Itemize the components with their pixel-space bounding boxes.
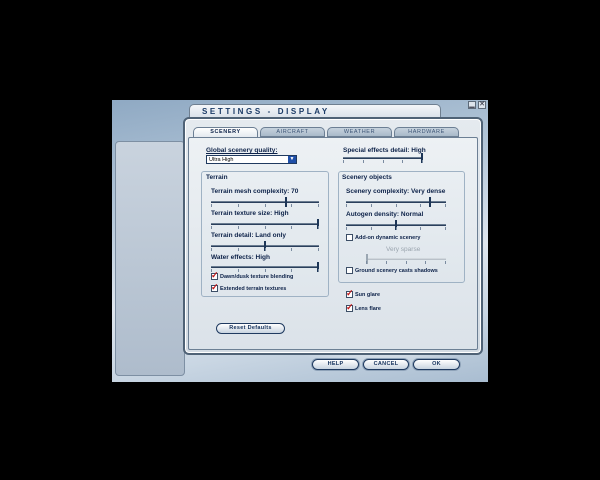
- terrain-mesh-label: Terrain mesh complexity: 70: [211, 188, 299, 195]
- sun-glare-label: Sun glare: [355, 292, 381, 298]
- slider-tick: [445, 204, 446, 207]
- slider-thumb[interactable]: [285, 197, 287, 207]
- tab-hardware[interactable]: HARDWARE: [394, 127, 459, 137]
- slider-track: [211, 201, 319, 203]
- global-quality-value: Ultra High: [209, 157, 234, 163]
- addon-dynamic-slider: [366, 254, 446, 264]
- slider-tick: [346, 204, 347, 207]
- autogen-density-slider[interactable]: [346, 220, 446, 230]
- tab-weather[interactable]: WEATHER: [327, 127, 392, 137]
- slider-tick: [318, 269, 319, 272]
- slider-tick: [265, 269, 266, 272]
- scenery-complexity-slider[interactable]: [346, 197, 446, 207]
- global-quality-label: Global scenery quality:: [206, 147, 278, 154]
- slider-tick: [386, 261, 387, 264]
- terrain-texture-label: Terrain texture size: High: [211, 210, 289, 217]
- dawn-dusk-checkbox[interactable]: [211, 270, 219, 281]
- slider-tick: [396, 204, 397, 207]
- slider-tick: [238, 226, 239, 229]
- reset-defaults-button[interactable]: Reset Defaults: [216, 323, 285, 334]
- ground-shadows-label: Ground scenery casts shadows: [355, 268, 438, 274]
- water-effects-label: Water effects: High: [211, 254, 270, 261]
- tab-aircraft[interactable]: AIRCRAFT: [260, 127, 325, 137]
- slider-tick: [445, 227, 446, 230]
- slider-tick: [291, 204, 292, 207]
- slider-track: [343, 157, 423, 159]
- slider-tick: [363, 160, 364, 163]
- side-panel: [115, 141, 185, 376]
- slider-tick: [211, 248, 212, 251]
- slider-tick: [291, 269, 292, 272]
- slider-tick: [318, 204, 319, 207]
- slider-tick: [291, 248, 292, 251]
- slider-track: [211, 223, 319, 225]
- slider-tick: [265, 248, 266, 251]
- slider-tick: [406, 261, 407, 264]
- slider-tick: [425, 261, 426, 264]
- screen: ▁ ✕ SETTINGS - DISPLAY SCENERY AIRCRAFT …: [0, 0, 600, 480]
- global-quality-select[interactable]: Ultra High ▼: [206, 155, 297, 164]
- terrain-detail-label: Terrain detail: Land only: [211, 232, 287, 239]
- slider-tick: [346, 227, 347, 230]
- slider-track: [366, 258, 446, 260]
- slider-tick: [211, 204, 212, 207]
- slider-tick: [422, 160, 423, 163]
- slider-tick: [291, 226, 292, 229]
- terrain-texture-slider[interactable]: [211, 219, 319, 229]
- slider-tick: [238, 269, 239, 272]
- special-effects-slider[interactable]: [343, 153, 423, 163]
- slider-tick: [211, 226, 212, 229]
- slider-tick: [265, 226, 266, 229]
- scenery-objects-heading: Scenery objects: [342, 174, 392, 181]
- minimize-icon[interactable]: ▁: [468, 101, 476, 109]
- dawn-dusk-label: Dawn/dusk texture blending: [220, 274, 294, 280]
- slider-tick: [402, 160, 403, 163]
- cancel-button[interactable]: CANCEL: [363, 359, 409, 370]
- slider-track: [211, 266, 319, 268]
- chevron-down-icon[interactable]: ▼: [288, 156, 296, 163]
- slider-tick: [238, 248, 239, 251]
- slider-tick: [420, 227, 421, 230]
- addon-dynamic-label: Add-on dynamic scenery: [355, 235, 421, 241]
- slider-track: [346, 201, 446, 203]
- slider-tick: [318, 248, 319, 251]
- slider-tick: [366, 261, 367, 264]
- slider-tick: [420, 204, 421, 207]
- slider-tick: [371, 227, 372, 230]
- lens-flare-checkbox[interactable]: [346, 302, 354, 313]
- close-icon[interactable]: ✕: [478, 101, 486, 109]
- slider-tick: [396, 227, 397, 230]
- extended-terrain-label: Extended terrain textures: [220, 286, 287, 292]
- scenery-complexity-label: Scenery complexity: Very dense: [346, 188, 446, 195]
- terrain-heading: Terrain: [206, 174, 228, 181]
- lens-flare-label: Lens flare: [355, 306, 381, 312]
- slider-tick: [265, 204, 266, 207]
- autogen-density-label: Autogen density: Normal: [346, 211, 424, 218]
- slider-thumb[interactable]: [429, 197, 431, 207]
- addon-dynamic-value: Very sparse: [386, 246, 421, 253]
- help-button[interactable]: HELP: [312, 359, 359, 370]
- ground-shadows-checkbox[interactable]: [346, 267, 353, 274]
- terrain-detail-slider[interactable]: [211, 241, 319, 251]
- slider-tick: [383, 160, 384, 163]
- water-effects-slider[interactable]: [211, 262, 319, 272]
- terrain-mesh-slider[interactable]: [211, 197, 319, 207]
- dialog-title: SETTINGS - DISPLAY: [202, 107, 330, 116]
- slider-tick: [318, 226, 319, 229]
- extended-terrain-checkbox[interactable]: [211, 282, 219, 293]
- window-controls: ▁ ✕: [468, 101, 486, 109]
- slider-tick: [343, 160, 344, 163]
- slider-tick: [445, 261, 446, 264]
- ok-button[interactable]: OK: [413, 359, 460, 370]
- addon-dynamic-checkbox[interactable]: [346, 234, 353, 241]
- slider-tick: [238, 204, 239, 207]
- special-effects-label: Special effects detail: High: [343, 147, 426, 154]
- sun-glare-checkbox[interactable]: [346, 288, 354, 299]
- slider-tick: [371, 204, 372, 207]
